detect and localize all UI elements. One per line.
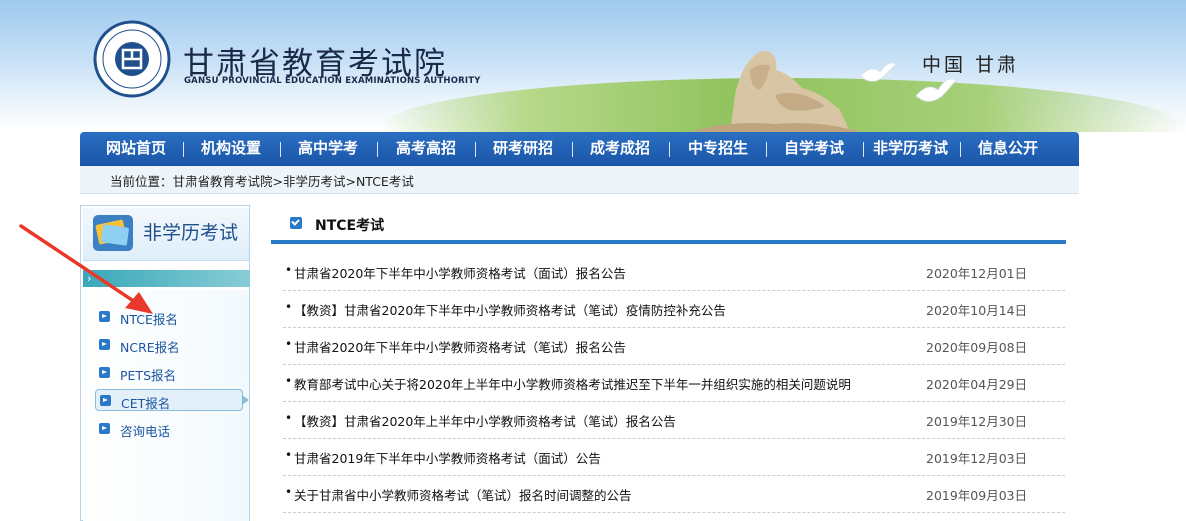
nav-item-non-degree[interactable]: 非学历考试 [873,132,948,166]
sidebar-item-label: CET报名 [121,396,171,411]
news-row: • 甘肃省2020年下半年中小学教师资格考试（笔试）报名公告 2020年09月0… [283,327,1065,365]
sidebar-item-label: PETS报名 [120,368,177,383]
nav-item-self-study[interactable]: 自学考试 [784,132,844,166]
nav-item-postgraduate[interactable]: 研考研招 [493,132,553,166]
news-link[interactable]: 【教资】甘肃省2020年上半年中小学教师资格考试（笔试）报名公告 [294,411,676,430]
arrow-bullet-icon [99,339,110,350]
news-link[interactable]: 关于甘肃省中小学教师资格考试（笔试）报名时间调整的公告 [294,485,632,504]
active-pointer-icon [242,395,249,405]
news-row: • 关于甘肃省中小学教师资格考试（笔试）报名时间调整的公告 2019年09月03… [283,475,1065,513]
annotation-arrow-icon [19,224,153,314]
news-link[interactable]: 教育部考试中心关于将2020年上半年中小学教师资格考试推迟至下半年一并组织实施的… [294,374,851,393]
nav-separator [377,142,378,157]
sidebar-item-label: NCRE报名 [120,340,180,355]
news-link[interactable]: 甘肃省2020年下半年中小学教师资格考试（面试）报名公告 [294,263,626,282]
nav-separator [766,142,767,157]
news-date: 2020年10月14日 [926,303,1028,318]
news-link[interactable]: 甘肃省2019年下半年中小学教师资格考试（面试）公告 [294,448,601,467]
sidebar-item-ncre[interactable]: NCRE报名 [95,334,245,356]
checkbox-icon [290,217,302,229]
nav-item-organization[interactable]: 机构设置 [201,132,261,166]
bullet-icon: • [285,263,293,277]
nav-separator [280,142,281,157]
arrow-bullet-icon [100,395,111,406]
sidebar-item-hotline[interactable]: 咨询电话 [95,418,245,440]
nav-separator [183,142,184,157]
nav-item-home[interactable]: 网站首页 [106,132,166,166]
nav-item-high-school-exam[interactable]: 高中学考 [298,132,358,166]
news-link[interactable]: 【教资】甘肃省2020年下半年中小学教师资格考试（笔试）疫情防控补充公告 [294,300,726,319]
dove-icon [859,62,897,82]
content-title: NTCE考试 [315,218,385,234]
sidebar-item-cet[interactable]: CET报名 [95,389,249,411]
site-header: 甘肃省教育考试院 GANSU PROVINCIAL EDUCATION EXAM… [0,0,1186,132]
arrow-bullet-icon [99,423,110,434]
news-link[interactable]: 甘肃省2020年下半年中小学教师资格考试（笔试）报名公告 [294,337,626,356]
news-date: 2020年12月01日 [926,266,1028,281]
news-date: 2019年09月03日 [926,488,1028,503]
nav-separator [960,142,961,157]
arrow-bullet-icon [99,367,110,378]
bullet-icon: • [285,374,293,388]
sidebar-item-label: 咨询电话 [120,424,171,439]
bullet-icon: • [285,411,293,425]
statue-image [690,50,860,132]
news-date: 2020年09月08日 [926,340,1028,355]
nav-separator [669,142,670,157]
sidebar-item-pets[interactable]: PETS报名 [95,362,245,384]
site-subtitle: GANSU PROVINCIAL EDUCATION EXAMINATIONS … [184,76,481,86]
bullet-icon: • [285,300,293,314]
dove-icon [915,78,957,102]
news-row: • 甘肃省2019年下半年中小学教师资格考试（面试）公告 2019年12月03日 [283,438,1065,476]
news-row: • 教育部考试中心关于将2020年上半年中小学教师资格考试推迟至下半年一并组织实… [283,364,1065,402]
content-divider [271,240,1066,244]
provincial-emblem-icon [93,20,171,98]
bullet-icon: • [285,485,293,499]
news-row: • 【教资】甘肃省2020年下半年中小学教师资格考试（笔试）疫情防控补充公告 2… [283,290,1065,328]
nav-separator [863,142,864,157]
breadcrumb: 当前位置：甘肃省教育考试院>非学历考试>NTCE考试 [110,174,414,189]
nav-separator [475,142,476,157]
region-label: 中国 甘肃 [922,54,1020,76]
main-nav: 网站首页 机构设置 高中学考 高考高招 研考研招 成考成招 中专招生 自学考试 … [80,132,1079,166]
news-date: 2019年12月30日 [926,414,1028,429]
nav-item-vocational[interactable]: 中专招生 [688,132,748,166]
nav-item-adult-exam[interactable]: 成考成招 [590,132,650,166]
nav-separator [572,142,573,157]
news-date: 2019年12月03日 [926,451,1028,466]
news-date: 2020年04月29日 [926,377,1028,392]
nav-item-gaokao[interactable]: 高考高招 [396,132,456,166]
bullet-icon: • [285,337,293,351]
news-row: • 甘肃省2020年下半年中小学教师资格考试（面试）报名公告 2020年12月0… [283,253,1065,291]
nav-item-info-public[interactable]: 信息公开 [978,132,1038,166]
news-row: • 【教资】甘肃省2020年上半年中小学教师资格考试（笔试）报名公告 2019年… [283,401,1065,439]
bullet-icon: • [285,448,293,462]
